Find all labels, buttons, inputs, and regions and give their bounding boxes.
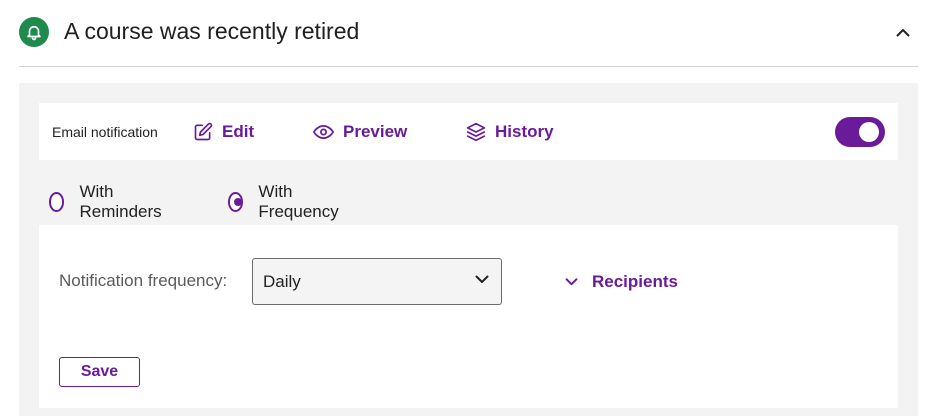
chevron-down-icon	[475, 275, 489, 283]
chevron-up-icon	[896, 28, 910, 36]
recipients-label: Recipients	[592, 272, 678, 291]
email-toolbar: Email notification Edit Preview History	[39, 103, 898, 160]
save-button[interactable]: Save	[59, 357, 140, 387]
frequency-form: Notification frequency: Daily Recipients…	[39, 225, 898, 408]
email-notification-label: Email notification	[52, 124, 158, 140]
edit-icon	[194, 122, 213, 141]
history-label: History	[495, 122, 554, 141]
frequency-select[interactable]: Daily	[252, 258, 502, 305]
layers-icon	[466, 122, 486, 142]
edit-label: Edit	[222, 122, 255, 141]
frequency-label: Notification frequency:	[59, 271, 228, 290]
frequency-value: Daily	[263, 272, 301, 291]
collapse-button[interactable]	[890, 20, 916, 44]
preview-label: Preview	[343, 122, 408, 141]
radio-label: With Frequency	[258, 182, 339, 221]
edit-button[interactable]: Edit	[193, 120, 254, 144]
chevron-down-icon	[565, 278, 578, 286]
bell-icon	[19, 17, 49, 47]
radio-label: With Reminders	[79, 182, 162, 221]
email-notification-toggle[interactable]	[835, 117, 885, 147]
radio-circle	[49, 192, 65, 212]
eye-icon	[313, 125, 334, 139]
toggle-knob	[859, 122, 879, 142]
recipients-toggle[interactable]: Recipients	[565, 271, 678, 293]
preview-button[interactable]: Preview	[313, 120, 407, 144]
history-button[interactable]: History	[466, 120, 554, 144]
radio-with-frequency[interactable]: With Frequency	[228, 182, 343, 221]
radio-circle-checked	[228, 192, 244, 212]
page-title: A course was recently retired	[64, 18, 360, 44]
radio-with-reminders[interactable]: With Reminders	[49, 182, 166, 221]
header-divider	[19, 66, 918, 67]
notification-header: A course was recently retired	[0, 0, 936, 67]
